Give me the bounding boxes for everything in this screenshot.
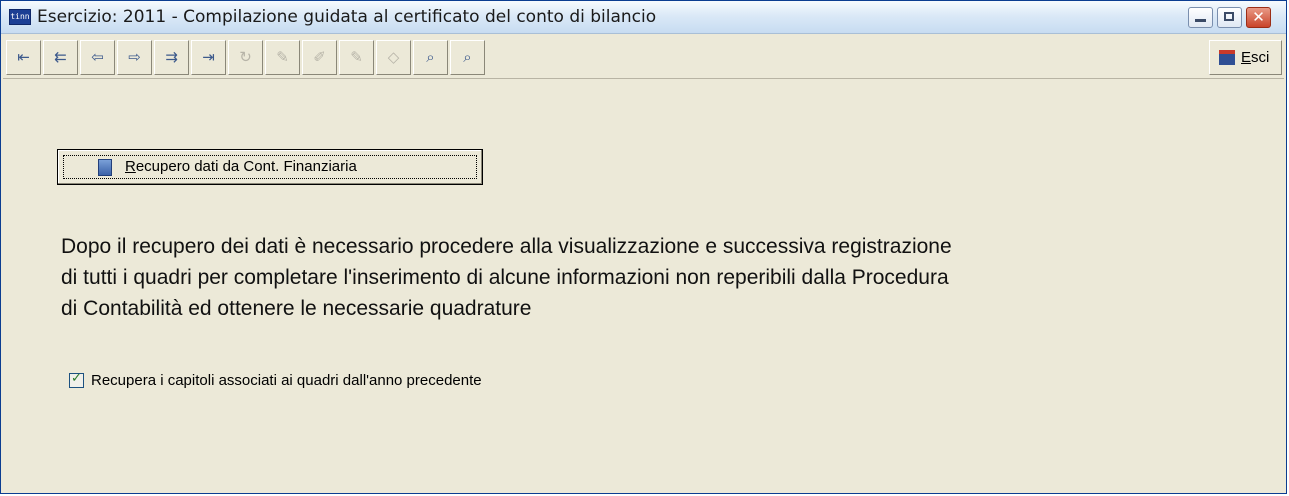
exit-icon xyxy=(1219,50,1235,65)
info-line-2: di tutti i quadri per completare l'inser… xyxy=(61,266,949,289)
recover-chapters-checkbox[interactable]: ✓ xyxy=(69,371,84,388)
cancel-edit-icon: ◇ xyxy=(387,48,400,66)
prev-page-button[interactable]: ⇇ xyxy=(43,40,78,75)
first-record-button[interactable]: ⇤ xyxy=(6,40,41,75)
maximize-button[interactable] xyxy=(1217,7,1242,28)
next-page-button[interactable]: ⇉ xyxy=(154,40,189,75)
close-button[interactable]: ✕ xyxy=(1246,7,1271,28)
add-record-icon: ✎ xyxy=(276,48,289,66)
prev-record-icon: ⇦ xyxy=(91,48,104,66)
refresh-icon: ↻ xyxy=(239,48,252,66)
info-line-3: di Contabilità ed ottenere le necessarie… xyxy=(61,297,532,320)
cancel-edit-button[interactable]: ◇ xyxy=(376,40,411,75)
search-more-icon: ⌕ xyxy=(463,48,472,66)
prev-page-icon: ⇇ xyxy=(54,48,67,66)
exit-label: Esci xyxy=(1241,49,1270,66)
title-bar[interactable]: tinn Esercizio: 2011 - Compilazione guid… xyxy=(1,1,1286,34)
close-icon: ✕ xyxy=(1252,8,1265,26)
recover-data-button[interactable]: Recupero dati da Cont. Finanziaria xyxy=(57,149,483,185)
recover-chapters-label[interactable]: Recupera i capitoli associati ai quadri … xyxy=(91,372,482,389)
next-page-icon: ⇉ xyxy=(165,48,178,66)
app-icon[interactable]: tinn xyxy=(9,9,31,25)
content-area: Recupero dati da Cont. Finanziaria Dopo … xyxy=(3,81,1284,491)
minimize-button[interactable] xyxy=(1188,7,1213,28)
refresh-button[interactable]: ↻ xyxy=(228,40,263,75)
window-title: Esercizio: 2011 - Compilazione guidata a… xyxy=(37,7,657,27)
next-record-button[interactable]: ⇨ xyxy=(117,40,152,75)
edit-record-icon: ✐ xyxy=(313,48,326,66)
maximize-icon xyxy=(1224,12,1234,21)
delete-record-icon: ✎ xyxy=(350,48,363,66)
edit-record-button[interactable]: ✐ xyxy=(302,40,337,75)
exit-button[interactable]: Esci xyxy=(1209,40,1282,75)
delete-record-button[interactable]: ✎ xyxy=(339,40,374,75)
search-icon: ⌕ xyxy=(426,48,435,66)
info-text: Dopo il recupero dei dati è necessario p… xyxy=(61,231,1261,324)
info-line-1: Dopo il recupero dei dati è necessario p… xyxy=(61,235,952,258)
main-window: tinn Esercizio: 2011 - Compilazione guid… xyxy=(0,0,1287,494)
checkmark-icon: ✓ xyxy=(71,371,82,386)
first-record-icon: ⇤ xyxy=(17,48,30,66)
search-more-button[interactable]: ⌕ xyxy=(450,40,485,75)
recover-data-label: Recupero dati da Cont. Finanziaria xyxy=(125,158,357,175)
prev-record-button[interactable]: ⇦ xyxy=(80,40,115,75)
minimize-icon xyxy=(1195,19,1206,22)
document-icon xyxy=(98,159,112,176)
add-record-button[interactable]: ✎ xyxy=(265,40,300,75)
next-record-icon: ⇨ xyxy=(128,48,141,66)
last-record-button[interactable]: ⇥ xyxy=(191,40,226,75)
toolbar: ⇤ ⇇ ⇦ ⇨ ⇉ ⇥ ↻ ✎ ✐ ✎ ◇ ⌕ ⌕ Esci xyxy=(3,37,1284,79)
last-record-icon: ⇥ xyxy=(202,48,215,66)
search-button[interactable]: ⌕ xyxy=(413,40,448,75)
